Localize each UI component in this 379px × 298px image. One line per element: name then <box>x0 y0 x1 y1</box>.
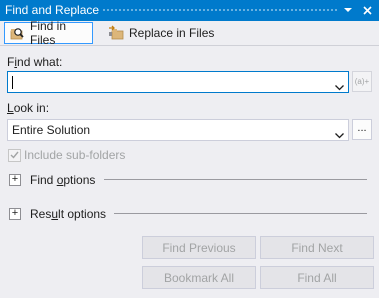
find-next-button[interactable]: Find Next <box>260 236 374 259</box>
regex-builder-button[interactable]: (a)+ <box>352 71 372 92</box>
look-in-label: Look in: <box>7 101 50 115</box>
tab-label: Find in Files <box>30 19 67 47</box>
close-icon[interactable] <box>360 3 374 17</box>
result-options-label: Result options <box>30 207 107 221</box>
chevron-down-icon[interactable] <box>335 128 344 142</box>
browse-folders-button[interactable]: ... <box>352 119 372 140</box>
section-divider <box>114 213 367 214</box>
replace-in-files-icon <box>108 25 124 41</box>
find-what-combobox[interactable] <box>7 71 349 93</box>
section-divider <box>104 179 367 180</box>
bookmark-all-button[interactable]: Bookmark All <box>142 266 256 289</box>
tab-label: Replace in Files <box>129 26 215 40</box>
look-in-combobox[interactable]: Entire Solution <box>7 119 349 141</box>
regex-builder-label: (a)+ <box>354 77 370 86</box>
drag-grip[interactable] <box>102 8 338 13</box>
mode-toolbar: Find in Files Replace in Files <box>0 19 379 47</box>
find-next-label: Find Next <box>291 240 343 255</box>
find-previous-label: Find Previous <box>162 240 236 255</box>
result-options-expander[interactable]: + Result options <box>9 207 106 221</box>
expand-plus-icon[interactable]: + <box>9 174 21 186</box>
find-what-label: Find what: <box>7 55 63 69</box>
include-subfolders-checkbox[interactable]: Include sub-folders <box>8 148 125 162</box>
find-in-files-icon <box>9 25 25 41</box>
text-caret <box>12 76 13 89</box>
find-options-label: Find options <box>30 173 96 187</box>
expand-plus-icon[interactable]: + <box>9 208 21 220</box>
window-title: Find and Replace <box>5 3 100 17</box>
tab-replace-in-files[interactable]: Replace in Files <box>104 22 219 44</box>
chevron-down-icon[interactable] <box>335 80 344 94</box>
bookmark-all-label: Bookmark All <box>163 270 235 285</box>
look-in-value: Entire Solution <box>12 123 91 137</box>
title-bar[interactable]: Find and Replace <box>0 0 379 21</box>
find-all-button[interactable]: Find All <box>260 266 374 289</box>
tab-find-in-files[interactable]: Find in Files <box>4 19 93 47</box>
find-previous-button[interactable]: Find Previous <box>142 236 256 259</box>
find-options-expander[interactable]: + Find options <box>9 173 95 187</box>
checkmark-icon[interactable] <box>8 148 21 162</box>
find-all-label: Find All <box>297 270 337 285</box>
browse-label: ... <box>357 122 367 134</box>
include-subfolders-label: Include sub-folders <box>24 148 126 162</box>
dropdown-icon[interactable] <box>341 3 355 17</box>
